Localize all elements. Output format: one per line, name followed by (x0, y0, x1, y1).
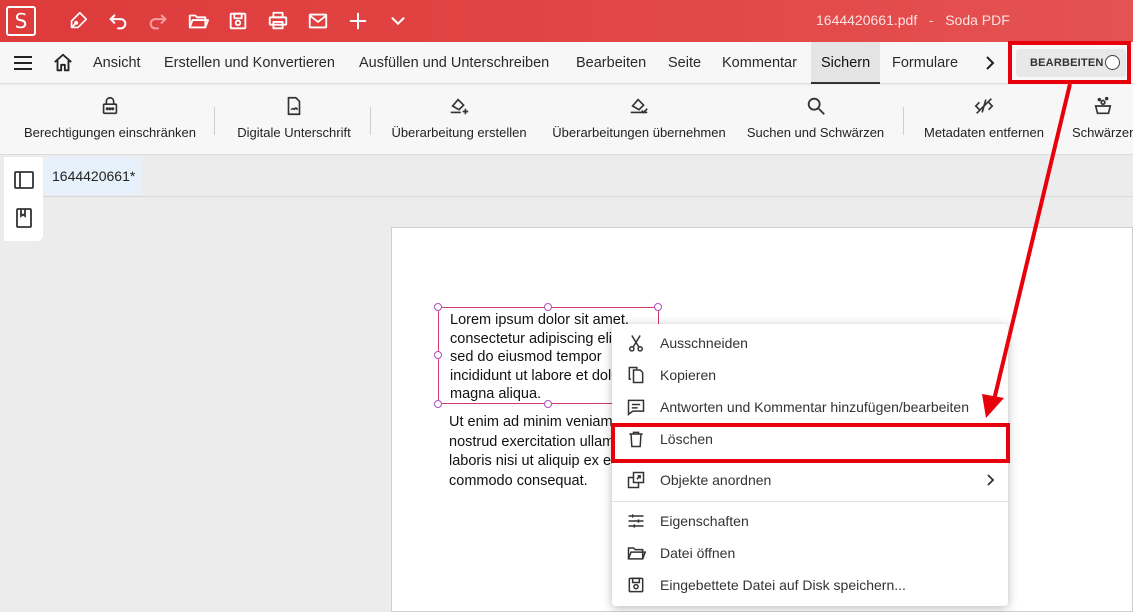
create-redaction-button[interactable]: Überarbeitung erstellen (391, 85, 527, 155)
redaction-add-icon (450, 98, 469, 115)
document-tab-bar: 1644420661* (43, 155, 1133, 197)
resize-handle[interactable] (544, 303, 552, 311)
menu-item-open-file[interactable]: Datei öffnen (612, 537, 1008, 569)
home-icon[interactable] (52, 52, 74, 74)
title-bar: S 1644420661.pdf - Soda PDF (0, 0, 1133, 42)
resize-handle[interactable] (544, 400, 552, 408)
menu-item-cut[interactable]: Ausschneiden (612, 327, 1008, 359)
tab-sichern[interactable]: Sichern (811, 42, 881, 84)
search-icon (807, 97, 825, 115)
menu-item-label: Antworten und Kommentar hinzufügen/bearb… (660, 399, 969, 415)
menu-item-label: Ausschneiden (660, 335, 748, 351)
menu-bar: Ansicht Erstellen und Konvertieren Ausfü… (0, 42, 1133, 84)
copy-icon (628, 366, 644, 384)
sanitize-icon (1094, 96, 1112, 115)
tab-ausfuellen-unterschreiben[interactable]: Ausfüllen und Unterschreiben (349, 42, 559, 84)
search-and-redact-button[interactable]: Suchen und Schwärzen (746, 85, 885, 155)
ribbon-label: Berechtigungen einschränken (24, 125, 197, 140)
sliders-icon (628, 514, 644, 528)
mail-icon[interactable] (305, 8, 331, 34)
signature-file-icon (287, 96, 301, 116)
digital-signature-button[interactable]: Digitale Unterschrift (236, 85, 352, 155)
ribbon-label: Schwärzen (1072, 125, 1133, 140)
menu-item-save-embedded[interactable]: Eingebettete Datei auf Disk speichern... (612, 569, 1008, 601)
ribbon-toolbar: Berechtigungen einschränken Digitale Unt… (0, 85, 1133, 155)
remove-metadata-button[interactable]: Metadaten entfernen (924, 85, 1044, 155)
resize-handle[interactable] (654, 303, 662, 311)
ribbon-label: Metadaten entfernen (924, 125, 1044, 140)
menu-item-arrange[interactable]: Objekte anordnen (612, 464, 1008, 496)
ribbon-divider (214, 107, 215, 135)
ribbon-divider (370, 107, 371, 135)
menu-item-comment[interactable]: Antworten und Kommentar hinzufügen/bearb… (612, 391, 1008, 423)
context-menu: Ausschneiden Kopieren Antworten und Komm… (612, 324, 1008, 606)
text-block[interactable]: Ut enim ad minim veniam, nostrud exercit… (449, 413, 624, 491)
undo-icon[interactable] (105, 8, 131, 34)
menu-item-label: Datei öffnen (660, 545, 736, 561)
ribbon-label: Überarbeitungen übernehmen (552, 125, 726, 140)
menu-item-copy[interactable]: Kopieren (612, 359, 1008, 391)
comment-icon (627, 399, 645, 417)
ribbon-label: Überarbeitung erstellen (391, 125, 527, 140)
menu-item-label: Kopieren (660, 367, 717, 383)
tab-formulare[interactable]: Formulare (882, 42, 968, 84)
ribbon-label: Digitale Unterschrift (237, 125, 351, 140)
tab-seite[interactable]: Seite (658, 42, 711, 84)
sanitize-button[interactable]: Schwärzen (1072, 85, 1133, 155)
save-disk-icon (628, 577, 644, 593)
chevron-right-icon[interactable] (981, 54, 999, 72)
restrict-permissions-button[interactable]: Berechtigungen einschränken (24, 85, 196, 155)
tab-bearbeiten[interactable]: Bearbeiten (566, 42, 656, 84)
resize-handle[interactable] (434, 351, 442, 359)
side-panel (4, 157, 43, 241)
bookmark-icon[interactable] (13, 207, 35, 229)
chevron-down-icon[interactable] (385, 8, 411, 34)
scissors-icon (629, 335, 643, 352)
ribbon-divider (903, 107, 904, 135)
plus-icon[interactable] (345, 8, 371, 34)
print-icon[interactable] (265, 8, 291, 34)
menu-item-label: Eigenschaften (660, 513, 749, 529)
tab-kommentar[interactable]: Kommentar (712, 42, 807, 84)
annotation-highlight-edit-toggle (1008, 41, 1131, 84)
metadata-remove-icon (974, 98, 994, 114)
hamburger-menu-icon[interactable] (12, 53, 34, 73)
tab-erstellen-konvertieren[interactable]: Erstellen und Konvertieren (154, 42, 345, 84)
redaction-apply-icon (630, 98, 648, 114)
lock-icon (102, 96, 118, 115)
menu-item-label: Objekte anordnen (660, 472, 772, 488)
folder-open-icon (627, 547, 646, 560)
submenu-arrow-icon (987, 474, 995, 486)
tab-ansicht[interactable]: Ansicht (83, 42, 151, 84)
app-logo[interactable]: S (6, 6, 36, 36)
arrange-icon (627, 471, 645, 489)
redo-icon[interactable] (145, 8, 171, 34)
menu-divider (612, 501, 1008, 502)
save-icon[interactable] (225, 8, 251, 34)
ribbon-label: Suchen und Schwärzen (746, 125, 885, 140)
resize-handle[interactable] (434, 303, 442, 311)
apply-redactions-button[interactable]: Überarbeitungen übernehmen (552, 85, 726, 155)
annotation-highlight-delete (611, 423, 1010, 463)
pen-icon[interactable] (65, 8, 91, 34)
menu-item-properties[interactable]: Eigenschaften (612, 505, 1008, 537)
document-tab[interactable]: 1644420661* (44, 157, 142, 195)
panel-toggle-icon[interactable] (13, 169, 35, 191)
window-title: 1644420661.pdf - Soda PDF (816, 12, 1010, 28)
open-folder-icon[interactable] (185, 8, 211, 34)
resize-handle[interactable] (434, 400, 442, 408)
menu-item-label: Eingebettete Datei auf Disk speichern... (660, 577, 906, 593)
